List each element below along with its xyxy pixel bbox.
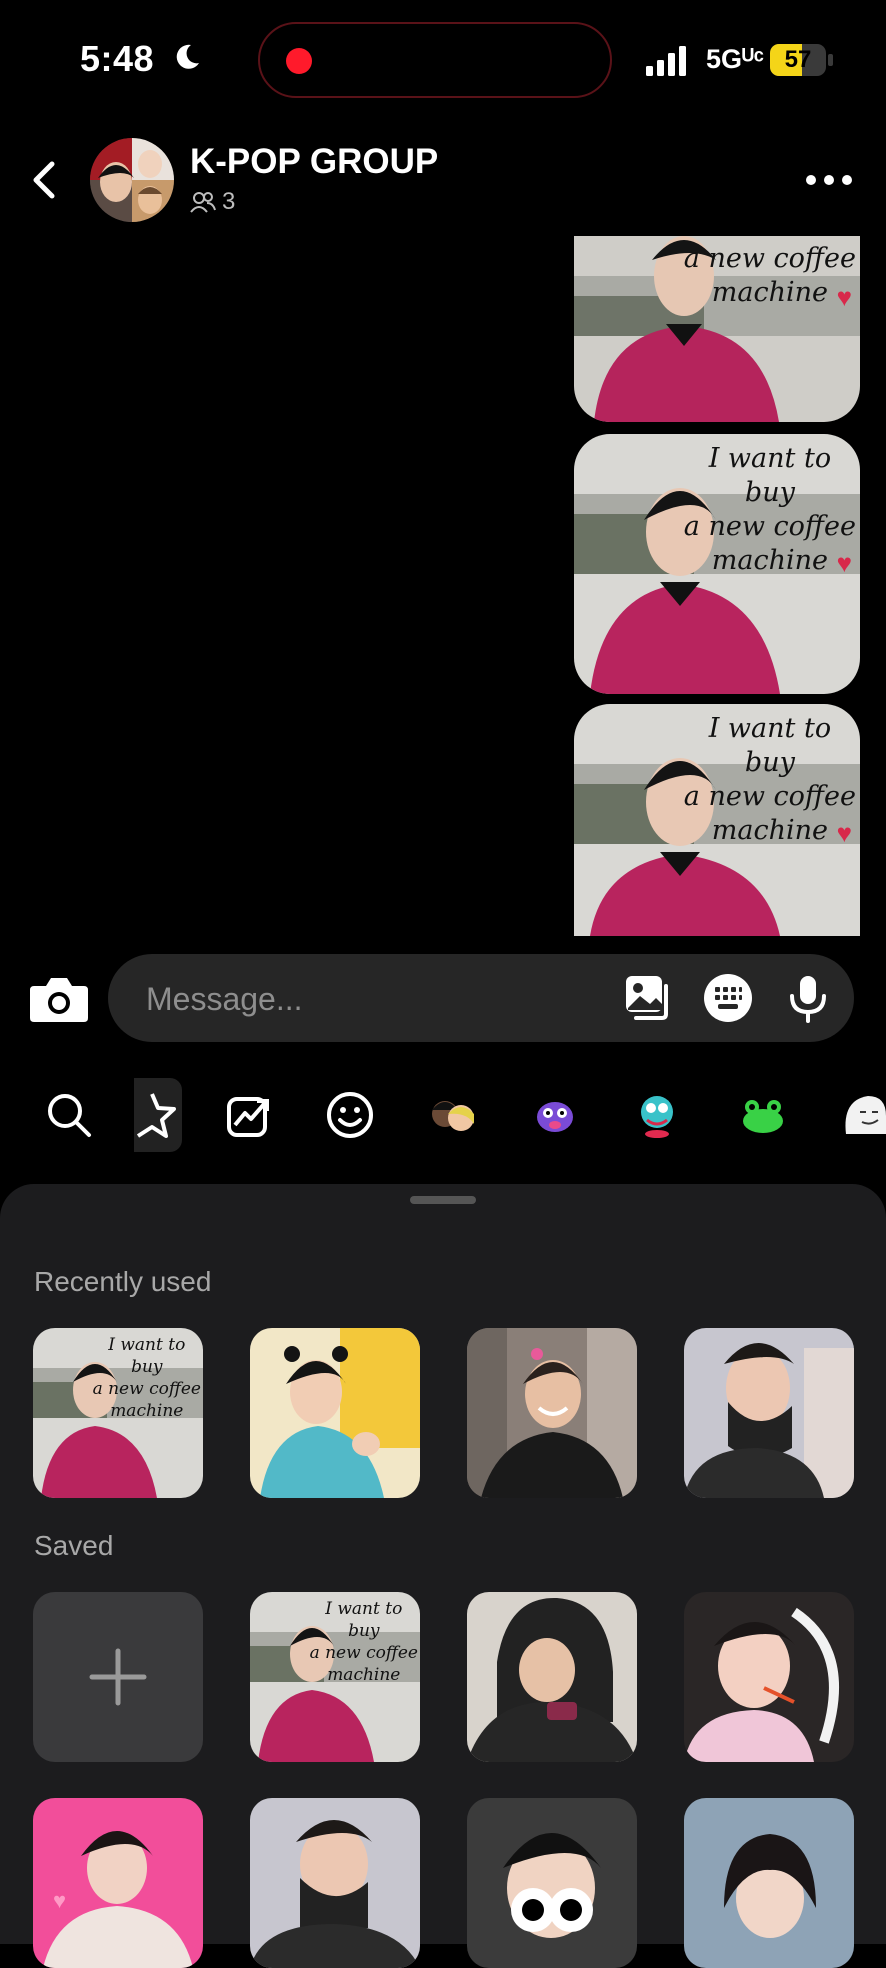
chat-header: K-POP GROUP 3 xyxy=(0,130,886,230)
sticker-caption-line: I want to xyxy=(108,1335,186,1355)
sticker-caption-line: machine xyxy=(110,1401,184,1421)
back-chevron-icon[interactable] xyxy=(28,158,62,202)
sticker-caption-line: a new coffee xyxy=(683,781,856,812)
heart-sticker-icon: ♥ xyxy=(836,282,852,312)
battery-icon: 57 xyxy=(770,44,834,76)
tab-green-creature-pack[interactable] xyxy=(620,1078,694,1152)
sticker-thumbnail xyxy=(467,1592,637,1762)
sticker-caption-line: a new coffee xyxy=(683,511,856,542)
sticker-message[interactable]: I want to buy a new coffee machine ♥ xyxy=(574,704,860,936)
emoji-icon xyxy=(327,1092,373,1138)
saved-label: Saved xyxy=(34,1530,114,1561)
heart-sticker-icon: ♥ xyxy=(836,818,852,848)
message-input[interactable] xyxy=(144,974,568,1024)
sticker-caption-line: buy xyxy=(131,1357,163,1377)
moon-icon xyxy=(176,44,199,69)
heart-sticker-icon: ♥ xyxy=(836,548,852,578)
saved-sticker[interactable] xyxy=(684,1592,854,1762)
doodle-pack-icon xyxy=(845,1096,886,1134)
saved-sticker[interactable] xyxy=(250,1798,420,1968)
saved-sticker[interactable]: ♥ xyxy=(33,1798,203,1968)
tab-avatar-pack[interactable] xyxy=(416,1078,490,1152)
sticker-caption-line: machine xyxy=(711,815,828,846)
network-type: 5Gᵁᶜ xyxy=(706,44,765,74)
plus-icon xyxy=(89,1648,147,1706)
recent-sticker[interactable]: I want to buy a new coffee machine xyxy=(33,1328,203,1498)
sticker-message[interactable]: I want to buy a new coffee machine ♥ xyxy=(574,434,860,694)
sticker-caption: I want to buy a new coffee machine xyxy=(684,442,856,578)
recent-sticker[interactable] xyxy=(250,1328,420,1498)
tab-search[interactable] xyxy=(32,1078,106,1152)
sticker-tabs xyxy=(0,1072,886,1158)
sticker-caption: I want to buy a new coffee machine xyxy=(310,1598,418,1686)
avatar-pack-icon xyxy=(432,1101,474,1131)
tab-purple-monster-pack[interactable] xyxy=(518,1078,592,1152)
saved-sticker[interactable] xyxy=(467,1798,637,1968)
dynamic-island xyxy=(258,22,612,98)
sticker-thumbnail xyxy=(467,1798,637,1968)
sticker-thumbnail xyxy=(684,1328,854,1498)
sticker-caption: a new coffee machine xyxy=(684,242,856,310)
sticker-caption-line: I want to xyxy=(708,443,832,474)
group-avatar[interactable] xyxy=(90,138,174,222)
chat-title[interactable]: K-POP GROUP xyxy=(190,142,438,182)
frog-pack-icon xyxy=(743,1100,783,1133)
sticker-thumbnail xyxy=(684,1592,854,1762)
recent-sticker[interactable] xyxy=(684,1328,854,1498)
tab-trending[interactable] xyxy=(212,1078,286,1152)
camera-icon[interactable] xyxy=(28,972,90,1026)
add-sticker-button[interactable] xyxy=(33,1592,203,1762)
tab-favorites[interactable] xyxy=(134,1078,182,1152)
sticker-caption-line: buy xyxy=(744,477,795,508)
sticker-caption-line: machine xyxy=(711,277,828,308)
sticker-thumbnail xyxy=(250,1798,420,1968)
sticker-thumbnail xyxy=(467,1328,637,1498)
sticker-caption: I want to buy a new coffee machine xyxy=(93,1334,201,1422)
member-count: 3 xyxy=(190,188,235,216)
sticker-caption: I want to buy a new coffee machine xyxy=(684,712,856,848)
sticker-caption-line: machine xyxy=(711,545,828,576)
sticker-caption-line: a new coffee xyxy=(683,243,856,274)
sticker-caption-line: a new coffee xyxy=(309,1643,418,1663)
saved-sticker[interactable] xyxy=(467,1592,637,1762)
gallery-icon[interactable] xyxy=(622,972,674,1024)
saved-sticker[interactable]: I want to buy a new coffee machine xyxy=(250,1592,420,1762)
sticker-caption-line: I want to xyxy=(325,1599,403,1619)
recently-used-label: Recently used xyxy=(34,1266,212,1297)
tab-emoji[interactable] xyxy=(313,1078,387,1152)
sticker-thumbnail xyxy=(250,1328,420,1498)
member-count-value: 3 xyxy=(222,188,236,215)
sheet-grabber[interactable] xyxy=(410,1196,476,1204)
status-time: 5:48 xyxy=(80,38,155,79)
sticker-caption-line: a new coffee xyxy=(92,1379,201,1399)
search-icon xyxy=(48,1094,91,1137)
recent-sticker[interactable] xyxy=(467,1328,637,1498)
tab-doodle-pack[interactable] xyxy=(840,1078,886,1152)
recording-indicator-icon xyxy=(286,48,312,74)
sticker-caption-line: buy xyxy=(744,747,795,778)
sticker-caption-line: I want to xyxy=(708,713,832,744)
group-members-icon xyxy=(190,192,216,213)
sticker-thumbnail xyxy=(684,1798,854,1968)
microphone-icon[interactable] xyxy=(782,972,834,1024)
sticker-message[interactable]: a new coffee machine ♥ xyxy=(574,236,860,422)
battery-percent: 57 xyxy=(784,46,812,73)
cellular-signal-icon xyxy=(646,46,686,76)
favorites-star-icon xyxy=(136,1093,176,1138)
green-creature-pack-icon xyxy=(641,1096,673,1138)
sticker-caption-line: buy xyxy=(348,1621,380,1641)
more-options-icon[interactable] xyxy=(804,172,854,188)
sticker-sheet: Recently used I want to buy a new coffee… xyxy=(0,1184,886,1968)
svg-text:♥: ♥ xyxy=(53,1888,66,1913)
saved-sticker[interactable] xyxy=(684,1798,854,1968)
sticker-keyboard-icon[interactable] xyxy=(702,972,754,1024)
sticker-thumbnail: ♥ xyxy=(33,1798,203,1968)
purple-monster-pack-icon xyxy=(537,1102,573,1132)
status-bar: 5:48 5Gᵁᶜ 57 xyxy=(0,0,886,120)
tab-frog-pack[interactable] xyxy=(726,1078,800,1152)
trending-icon xyxy=(227,1097,269,1137)
sticker-caption-line: machine xyxy=(327,1665,401,1685)
message-composer xyxy=(108,954,854,1042)
